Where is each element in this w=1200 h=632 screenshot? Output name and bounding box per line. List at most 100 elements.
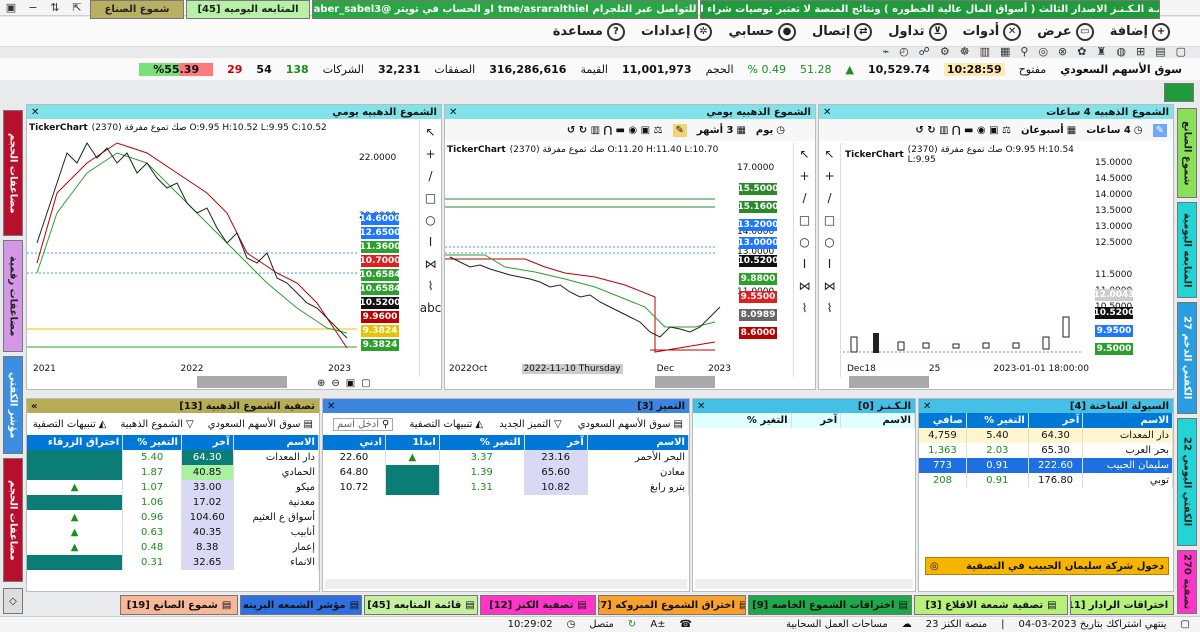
trendline-icon[interactable]: / [420,165,441,187]
right-tab-daily-follow[interactable]: المتابعه اليومية [1177,202,1197,298]
timeframe-range[interactable]: ▦ أسبوعان [1021,125,1076,136]
table-row[interactable]: سليمان الحبيب 222.60 0.91 773 [919,458,1173,473]
text-icon[interactable]: abc [420,297,441,319]
close-icon[interactable]: ✕ [449,107,457,118]
table-row[interactable]: ميكو 33.00 1.07 ▲ [27,480,319,495]
table-row[interactable]: معادن 65.60 1.39 64.80 [323,465,689,480]
pattern-icon[interactable]: ⋈ [794,275,815,297]
col-name[interactable]: الاسم [233,435,319,450]
square-icon[interactable]: ▢ [1181,619,1190,630]
col-change[interactable]: التغير % [122,435,182,450]
left-tab-volume-multiples[interactable]: مضاعفات الحجم [3,110,23,236]
col-change[interactable]: التغير % [966,413,1029,428]
search-box[interactable]: ⚲ ادخل اسم [333,417,394,431]
menu-tools[interactable]: ✕ أدوات [963,22,1022,41]
chart-plot-area[interactable]: TickerChart صك تموع مفرقة (2370) O:9.95 H… [27,121,357,365]
close-icon[interactable]: ✕ [923,401,931,412]
horizontal-scrollbar[interactable] [325,579,687,589]
col-blue-break[interactable]: اختراق الزرقاء [27,435,124,450]
toolbar-icon[interactable]: ⊞ [1136,45,1145,58]
timeframe-day[interactable]: ◷ يوم [756,125,785,136]
ticker-banner[interactable]: مـنـصـة الـكـنـز الاصدار الثالث ( أسواق … [700,0,1160,19]
shape-icon[interactable]: □ [420,187,441,209]
tab-watchlist[interactable]: ▤ قائمة المتابعه [45] [364,595,478,615]
sync-icon[interactable]: ↻ [628,619,636,630]
toolbar-icon[interactable]: ⊗ [1058,45,1067,58]
menu-account[interactable]: ● حسابي [728,22,796,41]
fit-icon[interactable]: ▣ [346,378,355,389]
menu-add[interactable]: + إضافة [1110,22,1170,41]
daily-follow-tab[interactable]: المتابعه اليوميه [45] [186,0,310,19]
close-icon[interactable]: ✕ [697,401,705,412]
reset-icon[interactable]: ▢ [361,378,370,389]
col-name[interactable]: الاسم [840,413,915,428]
chart-scrollbar[interactable] [197,376,287,388]
toolbar-icon[interactable]: ◴ [899,45,909,58]
table-row[interactable]: توبي 176.80 0.91 208 [919,473,1173,488]
ellipse-icon[interactable]: ○ [794,231,815,253]
wave-icon[interactable]: ⌇ [420,275,441,297]
timeframe-4h[interactable]: ◷ 4 ساعات [1086,125,1142,136]
menu-connect[interactable]: ⇄ إتصال [812,22,873,41]
shape-icon[interactable]: □ [794,209,815,231]
col-last[interactable]: آخر [1028,413,1084,428]
crosshair-icon[interactable]: + [794,165,815,187]
menu-trade[interactable]: ⊻ تداول [888,22,947,41]
col-last[interactable]: آخر [791,413,842,428]
toolbar-icon[interactable]: ▤ [1155,45,1165,58]
table-row[interactable]: أنابيب 40.35 0.63 ▲ [27,525,319,540]
table-row[interactable]: بحر العرب 65.30 2.03 1,363 [919,443,1173,458]
right-tab-filter-270[interactable]: تصفية 270 [1177,550,1197,614]
col-low[interactable]: ادني [323,435,386,450]
trendline-icon[interactable]: / [794,187,815,209]
tab-special-candles[interactable]: ▤ اختراقات الشموع الخاصه [9] [748,595,912,615]
toolbar-icon[interactable]: ◎ [1038,45,1048,58]
col-last[interactable]: آخر [181,435,234,450]
makers-candles-tab[interactable]: شموع الصناع [90,0,184,19]
table-row[interactable]: الانماء 32.65 0.31 [27,555,319,570]
toolbar-icon[interactable]: ▥ [980,45,990,58]
chart-scrollbar[interactable] [849,376,929,388]
left-tab-volume-multiples-2[interactable]: مضاعفات الحجم [3,458,23,582]
col-net[interactable]: صافي [919,413,967,428]
chart-plot-area[interactable]: TickerChart صك تموع مفرقة (2370) O:11.20 … [445,143,735,365]
filter-selector[interactable]: ▽ التميز الجديد [499,419,562,430]
ticker-contact[interactable]: للتواصل عبر التلجرام tme/asraralthiel او… [312,0,698,19]
toolbar-icon[interactable]: ⌁ [882,45,889,58]
text-cursor-icon[interactable]: I [794,253,815,275]
font-size-icon[interactable]: ±A [650,619,665,630]
table-row[interactable]: البحر الأحمر 23.16 3.37 ▲ 22.60 [323,450,689,465]
tab-launch-candle[interactable]: ▤ تصفية شمعة الاقلاع [3] [914,595,1068,615]
restore-window-icon[interactable]: ▣ [0,1,22,15]
toolbar-icon[interactable]: ✿ [1077,45,1086,58]
table-row[interactable]: الحمادي 40.85 1.87 [27,465,319,480]
zoom-in-icon[interactable]: ⊕ [317,378,325,389]
col-last[interactable]: آخر [524,435,588,450]
toolbar-icon[interactable]: ▦ [1000,45,1010,58]
crosshair-icon[interactable]: + [420,143,441,165]
ellipse-icon[interactable]: ○ [819,231,840,253]
left-tab-numeric-multiples[interactable]: مضاعفات رقمية [3,240,23,352]
tab-radar-breakouts[interactable]: ▤اختراقات الرادار [11] [1070,595,1174,615]
tab-hidden-candle-index[interactable]: ▤ مؤشر الشمعه البرينه [240,595,362,615]
pen-icon[interactable]: ✎ [1152,123,1167,137]
table-row[interactable]: إعمار 8.38 0.48 ▲ [27,540,319,555]
chart-tools-icons[interactable]: ⚖ ▣ ◉ ▬ ⋂ ▥ ↻ ↺ [915,125,1011,136]
menu-view[interactable]: ▭ عرض [1037,22,1094,41]
table-row[interactable]: معدنية 17.02 1.06 [27,495,319,510]
liquidity-alert[interactable]: دخول شركة سليمان الحبيب في التصفية ◎ [925,557,1169,575]
zoom-out-icon[interactable]: ⊖ [331,378,339,389]
phone-icon[interactable]: ☎ [680,619,692,630]
horizontal-scrollbar[interactable] [695,579,913,589]
chart-scrollbar[interactable] [655,376,715,388]
table-row[interactable]: أسواق ع العثيم 104.60 0.96 ▲ [27,510,319,525]
market-selector[interactable]: ▤ سوق الأسهم السعودي [208,419,313,430]
right-tab-kafti-27[interactable]: الكفتي الدخم 27 [1177,302,1197,414]
expand-icon[interactable]: » [31,401,37,412]
wave-icon[interactable]: ⌇ [794,297,815,319]
chart-tools-icons[interactable]: ⚖ ▣ ◉ ▬ ⋂ ▥ ↻ ↺ [567,125,663,136]
trendline-icon[interactable]: / [819,187,840,209]
cloud-workspaces[interactable]: مساحات العمل السحابية [786,619,888,630]
toolbar-icon[interactable]: ☍ [919,45,930,58]
table-row[interactable]: دار المعدات 64.30 5.40 [27,450,319,465]
